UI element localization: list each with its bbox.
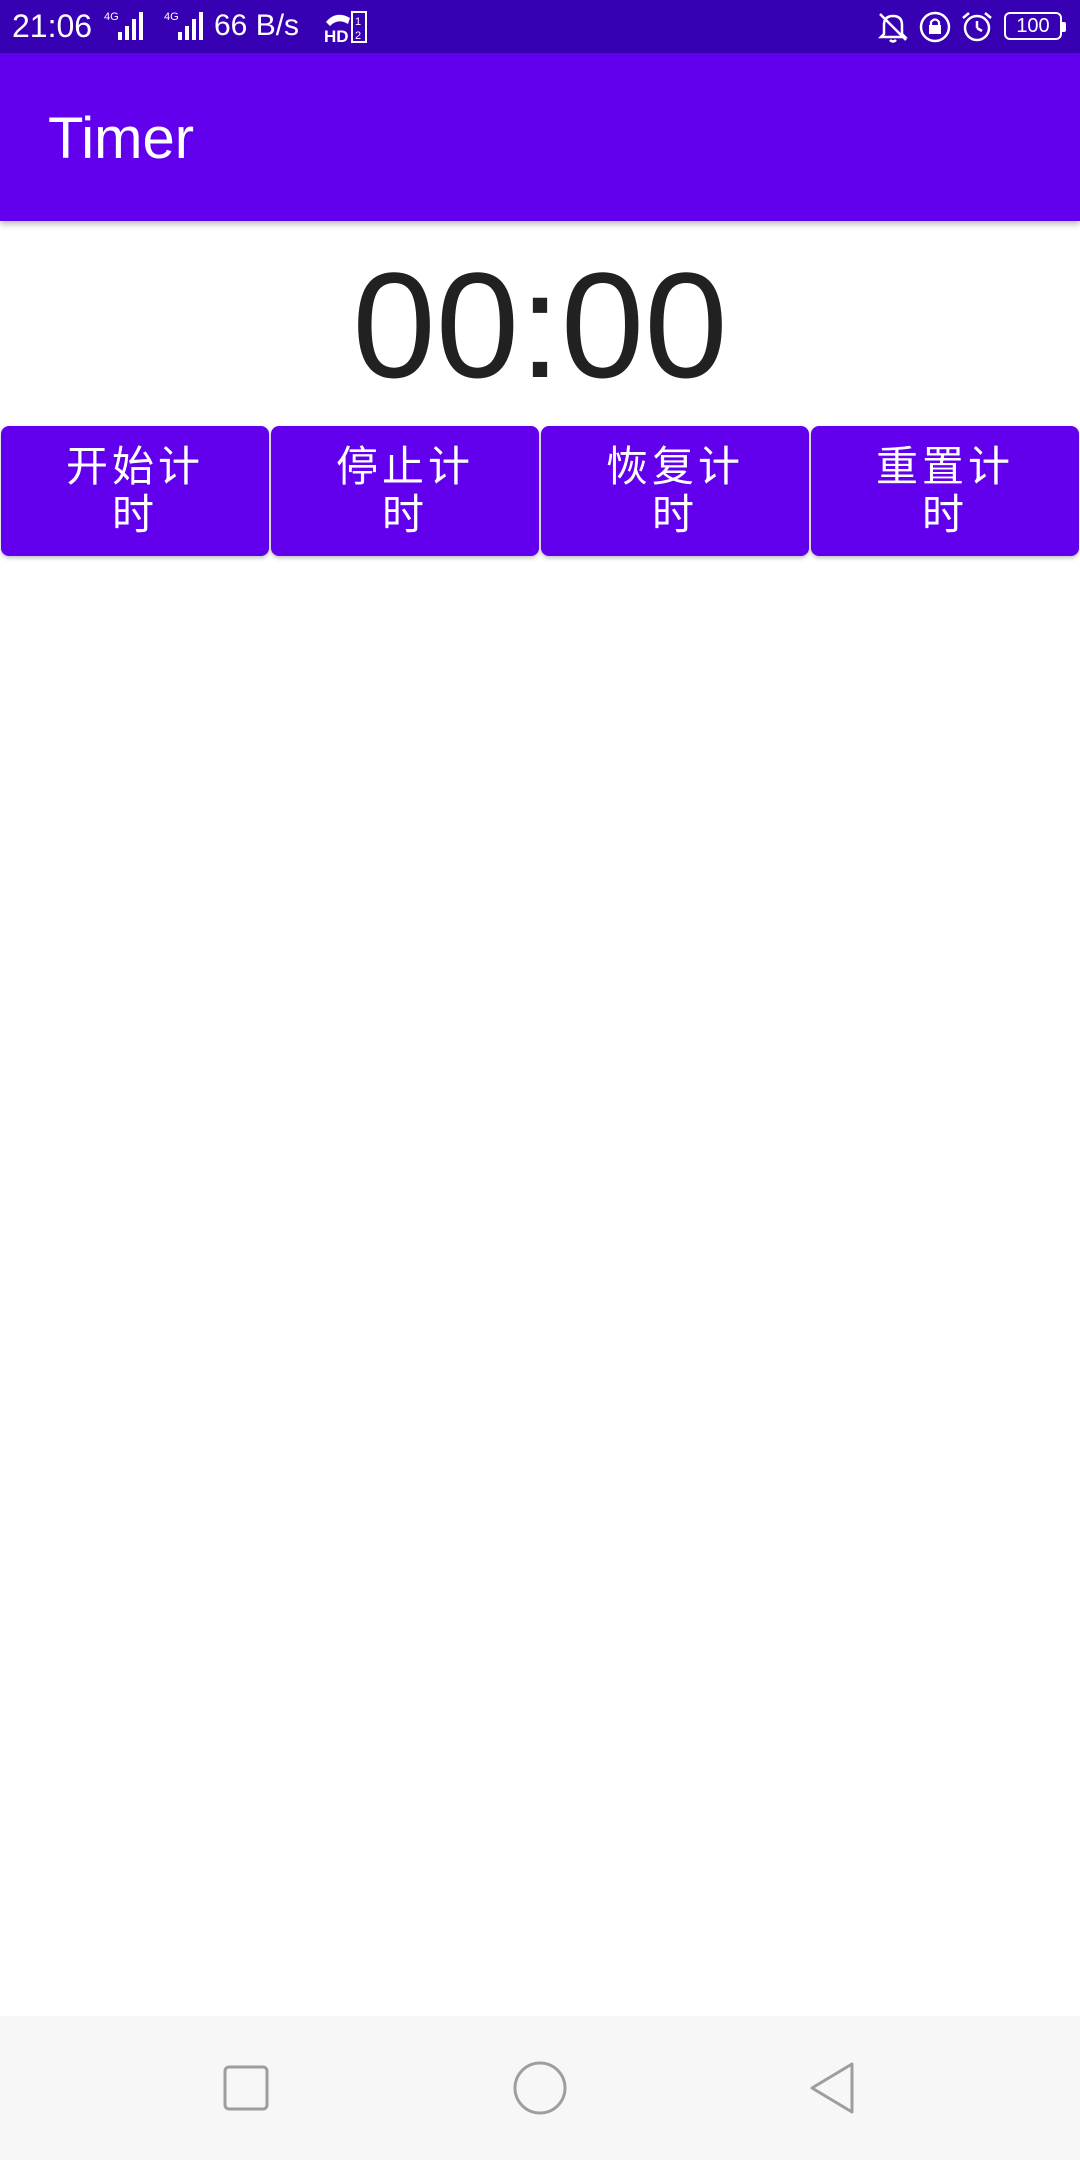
start-timer-button[interactable]: 开始计时 [1,426,269,556]
reset-timer-label: 重置计时 [875,442,1014,539]
start-timer-label: 开始计时 [65,442,204,539]
home-icon[interactable] [504,2052,576,2124]
svg-text:1: 1 [355,16,361,28]
button-row: 开始计时 停止计时 恢复计时 重置计时 [0,426,1080,556]
app-bar: Timer [0,53,1080,221]
alarm-icon [962,12,992,42]
svg-text:4G: 4G [104,11,119,23]
timer-display: 00:00 [352,241,728,409]
stop-timer-label: 停止计时 [335,442,474,539]
network-speed: 66 B/s [214,9,300,42]
navigation-bar [0,2016,1080,2160]
status-time: 21:06 [12,8,93,44]
resume-timer-button[interactable]: 恢复计时 [541,426,809,556]
back-icon[interactable] [798,2052,870,2124]
hd-call-icon: HD 1 2 [324,11,367,44]
signal-4g-icon: 4G [164,11,203,40]
stop-timer-button[interactable]: 停止计时 [271,426,539,556]
svg-text:HD: HD [324,27,349,44]
battery-icon: 100 [1004,12,1066,40]
app-title: Timer [48,106,195,171]
bell-off-icon [877,13,909,43]
signal-4g-icon: 4G [104,11,143,40]
recents-icon[interactable] [210,2052,282,2124]
phone-screen: 21:06 4G 4G 66 B/s HD 1 2 100 Timer 00:0… [0,0,1080,2160]
reset-timer-button[interactable]: 重置计时 [811,426,1079,556]
status-bar: 21:06 4G 4G 66 B/s HD 1 2 100 [0,0,1080,53]
resume-timer-label: 恢复计时 [605,442,744,539]
svg-text:2: 2 [355,30,361,42]
svg-text:4G: 4G [164,11,179,23]
rotation-lock-icon [919,11,951,43]
